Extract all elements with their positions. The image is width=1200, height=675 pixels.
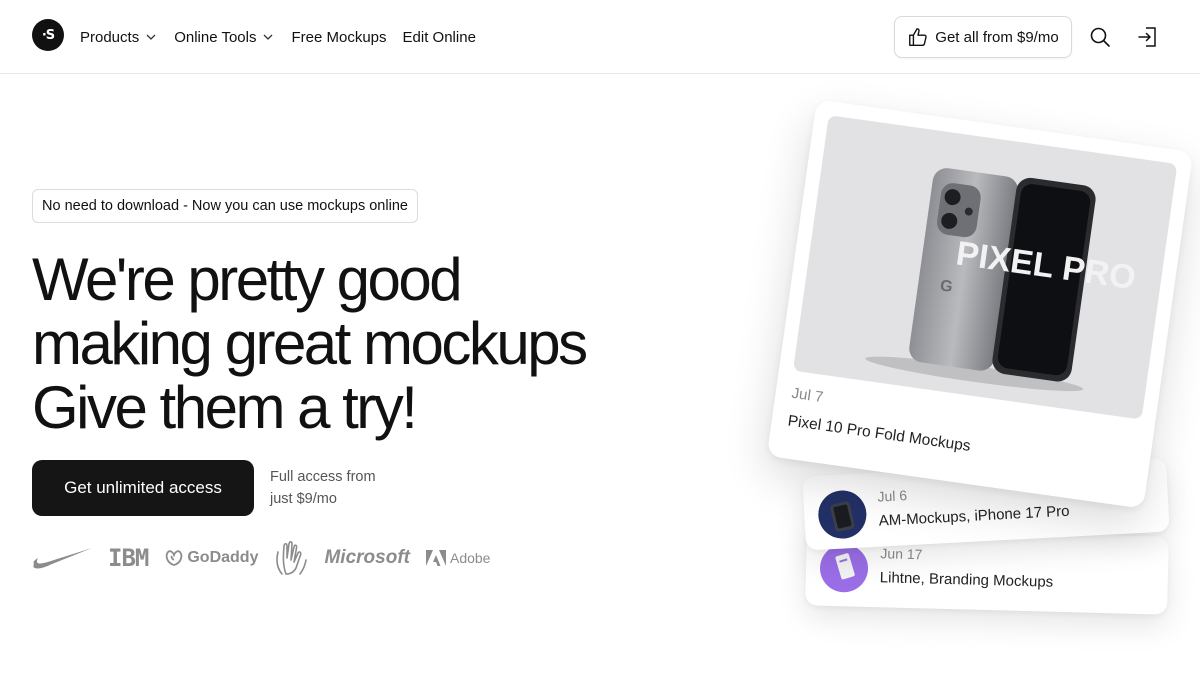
nav-edit-online[interactable]: Edit Online — [403, 29, 476, 46]
headline-line-3: Give them a try! — [32, 374, 418, 441]
svg-text:G: G — [939, 277, 954, 296]
headline-line-1: We're pretty good — [32, 246, 463, 313]
card-title: AM-Mockups, iPhone 17 Pro — [878, 502, 1070, 530]
godaddy-wordmark: GoDaddy — [187, 549, 259, 566]
card-date: Jun 17 — [880, 545, 923, 563]
get-unlimited-access-button[interactable]: Get unlimited access — [32, 460, 254, 516]
login-icon[interactable] — [1136, 25, 1160, 49]
adobe-logo: Adobe — [425, 550, 491, 566]
microsoft-logo: Microsoft — [324, 547, 410, 568]
card-date: Jul 7 — [790, 384, 825, 406]
nav-products-label: Products — [80, 28, 140, 46]
thumbs-up-icon — [909, 28, 928, 46]
godaddy-mark-icon — [166, 550, 183, 566]
logo[interactable]: ·S — [32, 19, 64, 51]
ibm-logo: IBM — [108, 544, 149, 572]
main-nav: Products Online Tools Free Mockups Edit … — [80, 0, 476, 74]
price-note-line-1: Full access from — [270, 469, 376, 485]
card-title: Pixel 10 Pro Fold Mockups — [786, 412, 972, 455]
price-note: Full access from just $9/mo — [270, 466, 376, 510]
card-title: Lihtne, Branding Mockups — [879, 569, 1054, 591]
nav-edit-online-label: Edit Online — [402, 28, 476, 46]
get-all-button-label: Get all from $9/mo — [935, 28, 1059, 46]
online-notice-badge: No need to download - Now you can use mo… — [32, 189, 418, 223]
godaddy-logo: GoDaddy — [164, 549, 258, 567]
adobe-wordmark: Adobe — [449, 550, 491, 566]
nav-online-tools[interactable]: Online Tools — [174, 29, 275, 46]
nav-online-tools-label: Online Tools — [174, 28, 257, 46]
nav-free-mockups-label: Free Mockups — [291, 28, 387, 46]
site-header: ·S Products Online Tools Free Mockups Ed… — [0, 0, 1200, 74]
search-icon[interactable] — [1088, 25, 1112, 49]
headline-line-2: making great mockups — [32, 310, 588, 377]
get-all-button[interactable]: Get all from $9/mo — [894, 16, 1072, 58]
nav-free-mockups[interactable]: Free Mockups — [291, 29, 386, 46]
chevron-down-icon — [146, 34, 156, 40]
hands-logo — [276, 540, 308, 575]
client-logos: IBM GoDaddy Microsoft Adobe — [32, 540, 490, 576]
mockup-thumbnail — [817, 489, 868, 540]
mockup-preview-image: G PIXEL PRO — [792, 115, 1178, 420]
chevron-down-icon — [264, 34, 273, 40]
mockup-thumbnail — [819, 543, 869, 593]
mockup-card-pixel-fold[interactable]: G PIXEL PRO Jul 7 Pixel 10 Pro Fold Mock… — [766, 99, 1194, 509]
price-note-line-2: just $9/mo — [270, 491, 337, 507]
nike-logo — [33, 548, 92, 569]
nav-products[interactable]: Products — [80, 29, 158, 46]
card-date: Jul 6 — [877, 487, 908, 505]
hero-headline: We're pretty good making great mockups G… — [32, 246, 588, 441]
adobe-mark-icon — [425, 550, 446, 566]
